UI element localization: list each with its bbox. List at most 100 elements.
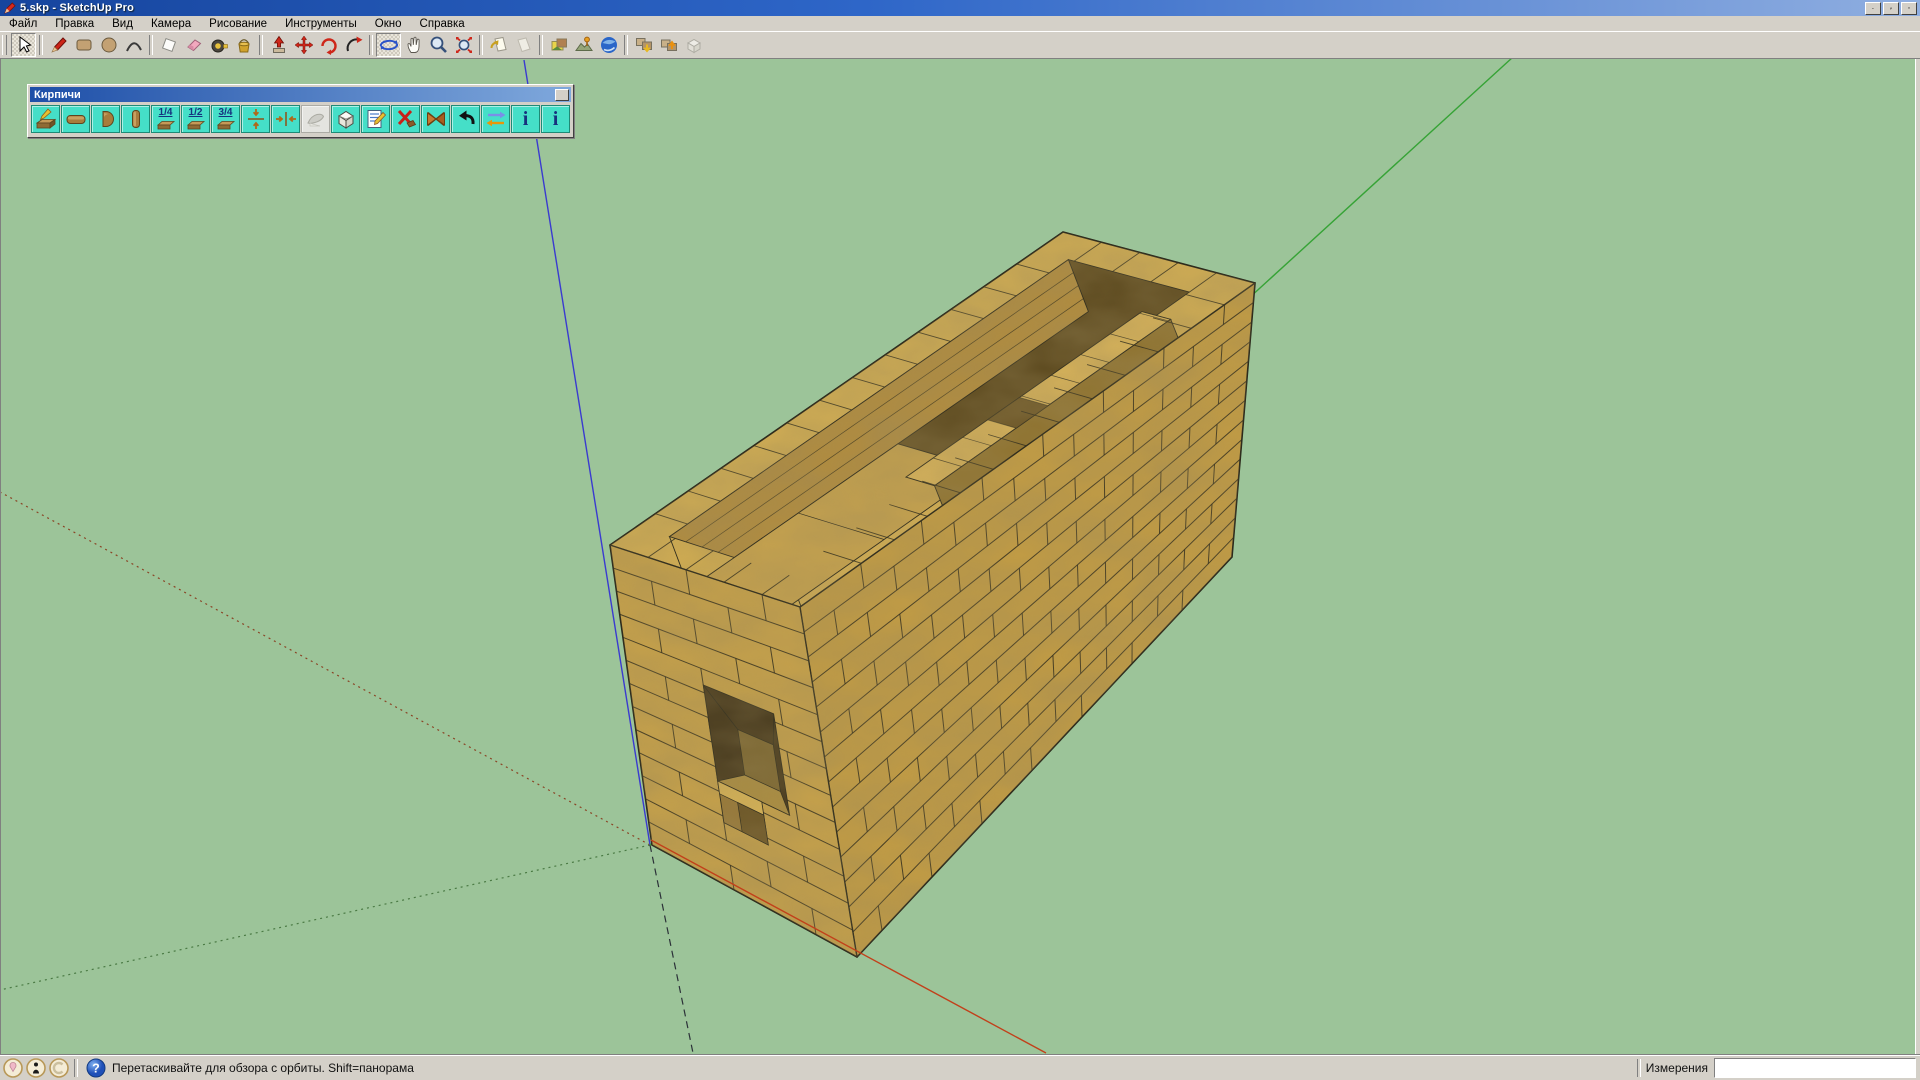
zoom-extents-button[interactable] bbox=[451, 33, 476, 57]
brick-half-button[interactable]: 1/2 bbox=[181, 105, 210, 133]
line-tool-button[interactable] bbox=[46, 33, 71, 57]
brick-quarter-button[interactable]: 1/4 bbox=[151, 105, 180, 133]
erase-tool-button[interactable] bbox=[391, 105, 420, 133]
brick-upright-button[interactable] bbox=[121, 105, 150, 133]
restore-button[interactable] bbox=[1883, 2, 1899, 15]
move-tool-button[interactable] bbox=[291, 33, 316, 57]
brick-base-icon bbox=[214, 118, 238, 130]
toolbar-separator bbox=[369, 35, 373, 55]
share-model-button[interactable] bbox=[656, 33, 681, 57]
bricks-toolbar-title: Кирпичи bbox=[34, 89, 81, 101]
undo-arrow-icon bbox=[454, 107, 478, 131]
status-hint-text: Перетаскивайте для обзора с орбиты. Shif… bbox=[112, 1061, 414, 1075]
google-earth-icon bbox=[599, 35, 619, 55]
info-a-button[interactable]: i bbox=[511, 105, 540, 133]
menu-file[interactable]: Файл bbox=[0, 18, 46, 30]
make-component-button[interactable] bbox=[156, 33, 181, 57]
toggle-terrain-button[interactable] bbox=[571, 33, 596, 57]
drawing-viewport[interactable] bbox=[0, 0, 1920, 1080]
svg-text:?: ? bbox=[92, 1062, 100, 1076]
info-b-button[interactable]: i bbox=[541, 105, 570, 133]
pan-hand-icon bbox=[404, 35, 424, 55]
erase-tool-icon bbox=[394, 107, 418, 131]
close-button[interactable] bbox=[1901, 2, 1917, 15]
get-models-icon bbox=[634, 35, 654, 55]
delete-brick-button[interactable] bbox=[421, 105, 450, 133]
align-vertical-button[interactable] bbox=[241, 105, 270, 133]
tape-measure-icon bbox=[209, 35, 229, 55]
rotate-tool-button[interactable] bbox=[316, 33, 341, 57]
pencil-icon bbox=[49, 35, 69, 55]
brick-whole-icon bbox=[64, 107, 88, 131]
component-library-button[interactable] bbox=[681, 33, 706, 57]
push-pull-icon bbox=[269, 35, 289, 55]
magnifier-icon bbox=[429, 35, 449, 55]
disabled-tool-icon bbox=[304, 107, 328, 131]
brick-sketch-button[interactable] bbox=[31, 105, 60, 133]
bricks-toolbar[interactable]: Кирпичи bbox=[27, 84, 574, 138]
menu-window[interactable]: Окно bbox=[366, 18, 411, 30]
quarter-label: 1/4 bbox=[159, 108, 173, 118]
bricks-toolbar-titlebar[interactable]: Кирпичи bbox=[30, 87, 571, 102]
select-tool-button[interactable] bbox=[11, 33, 36, 57]
brick-upright-icon bbox=[124, 107, 148, 131]
follow-me-button[interactable] bbox=[341, 33, 366, 57]
previous-view-icon bbox=[489, 35, 509, 55]
paint-bucket-button[interactable] bbox=[231, 33, 256, 57]
follow-me-icon bbox=[344, 35, 364, 55]
three-quarter-label: 3/4 bbox=[219, 108, 233, 118]
move-icon bbox=[294, 35, 314, 55]
previous-view-button[interactable] bbox=[486, 33, 511, 57]
toolbar-separator bbox=[479, 35, 483, 55]
arc-tool-button[interactable] bbox=[121, 33, 146, 57]
attribution-status-icon[interactable] bbox=[26, 1058, 46, 1078]
menu-camera[interactable]: Камера bbox=[142, 18, 200, 30]
toolbar-grip[interactable] bbox=[2, 35, 7, 55]
brick-half-round-button[interactable] bbox=[91, 105, 120, 133]
get-models-button[interactable] bbox=[631, 33, 656, 57]
restore-icon bbox=[1890, 4, 1892, 13]
menu-draw[interactable]: Рисование bbox=[200, 18, 276, 30]
location-status-icon[interactable] bbox=[3, 1058, 23, 1078]
circle-tool-button[interactable] bbox=[96, 33, 121, 57]
box-3d-button[interactable] bbox=[331, 105, 360, 133]
disabled-tool-button[interactable] bbox=[301, 105, 330, 133]
menu-edit[interactable]: Правка bbox=[46, 18, 103, 30]
toggle-terrain-icon bbox=[574, 35, 594, 55]
google-earth-button[interactable] bbox=[596, 33, 621, 57]
tape-measure-button[interactable] bbox=[206, 33, 231, 57]
next-view-button[interactable] bbox=[511, 33, 536, 57]
eraser-tool-button[interactable] bbox=[181, 33, 206, 57]
edit-sheet-button[interactable] bbox=[361, 105, 390, 133]
push-pull-button[interactable] bbox=[266, 33, 291, 57]
license-status-icon[interactable] bbox=[49, 1058, 69, 1078]
status-bar: ? Перетаскивайте для обзора с орбиты. Sh… bbox=[0, 1055, 1920, 1080]
menu-view[interactable]: Вид bbox=[103, 18, 142, 30]
bricks-toolbar-close-button[interactable] bbox=[555, 89, 569, 101]
orbit-icon bbox=[379, 35, 399, 55]
white-box-icon bbox=[684, 35, 704, 55]
zoom-tool-button[interactable] bbox=[426, 33, 451, 57]
component-sheet-icon bbox=[159, 35, 179, 55]
info-icon: i bbox=[553, 108, 559, 130]
main-toolbar bbox=[0, 31, 1920, 59]
help-icon[interactable]: ? bbox=[86, 1058, 106, 1078]
swap-direction-button[interactable] bbox=[481, 105, 510, 133]
menu-help[interactable]: Справка bbox=[411, 18, 474, 30]
rectangle-tool-button[interactable] bbox=[71, 33, 96, 57]
undo-button[interactable] bbox=[451, 105, 480, 133]
measurements-input[interactable] bbox=[1714, 1058, 1916, 1078]
measurements-label: Измерения bbox=[1646, 1061, 1708, 1075]
add-location-button[interactable] bbox=[546, 33, 571, 57]
menu-tools[interactable]: Инструменты bbox=[276, 18, 366, 30]
toolbar-separator bbox=[539, 35, 543, 55]
minimize-icon bbox=[1872, 4, 1874, 12]
pan-tool-button[interactable] bbox=[401, 33, 426, 57]
minimize-button[interactable] bbox=[1865, 2, 1881, 15]
brick-whole-button[interactable] bbox=[61, 105, 90, 133]
brick-sketch-icon bbox=[34, 107, 58, 131]
brick-base-icon bbox=[154, 118, 178, 130]
orbit-tool-button[interactable] bbox=[376, 33, 401, 57]
align-horizontal-button[interactable] bbox=[271, 105, 300, 133]
brick-three-quarter-button[interactable]: 3/4 bbox=[211, 105, 240, 133]
